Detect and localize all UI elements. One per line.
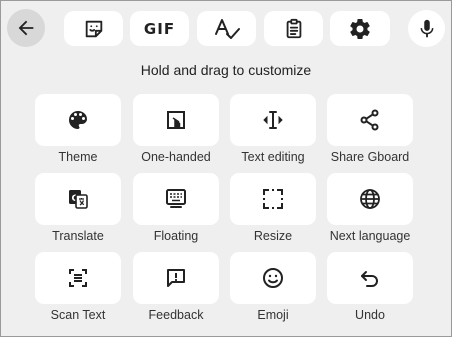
tile-label-resize: Resize	[253, 229, 293, 243]
gif-label: GIF	[143, 19, 176, 38]
clipboard-icon	[283, 18, 305, 40]
text-cursor-icon	[260, 108, 286, 132]
tile-floating[interactable]	[133, 173, 219, 225]
one-handed-icon	[164, 108, 188, 132]
back-button[interactable]	[7, 9, 45, 47]
tile-label-next-language: Next language	[329, 229, 411, 243]
toolbar: GIF	[1, 1, 451, 57]
spellcheck-button[interactable]	[197, 11, 256, 46]
tile-emoji[interactable]	[230, 252, 316, 304]
voice-input-button[interactable]	[408, 10, 445, 47]
tile-next-language[interactable]	[327, 173, 413, 225]
gif-button[interactable]: GIF	[130, 11, 189, 46]
page-title: Hold and drag to customize	[140, 62, 312, 78]
tile-label-emoji: Emoji	[257, 308, 289, 322]
translate-icon: G	[66, 187, 90, 211]
tile-label-undo: Undo	[355, 308, 385, 322]
feedback-icon	[164, 266, 188, 290]
tile-label-one-handed: One-handed	[141, 150, 211, 164]
gboard-customize-panel: GIF Hold and drag to customize Theme One…	[0, 0, 452, 337]
tile-label-share-gboard: Share Gboard	[330, 150, 410, 164]
globe-icon	[358, 187, 382, 211]
tile-label-scan-text: Scan Text	[50, 308, 106, 322]
gear-icon	[348, 17, 372, 41]
tile-label-theme: Theme	[58, 150, 98, 164]
sticker-icon	[83, 18, 105, 40]
tile-resize[interactable]	[230, 173, 316, 225]
tile-translate[interactable]: G	[35, 173, 121, 225]
emoji-icon	[261, 266, 285, 290]
tile-theme[interactable]	[35, 94, 121, 146]
arrow-back-icon	[15, 17, 37, 39]
palette-icon	[66, 108, 90, 132]
clipboard-button[interactable]	[264, 11, 323, 46]
share-icon	[358, 108, 382, 132]
resize-icon	[261, 187, 285, 211]
tile-feedback[interactable]	[133, 252, 219, 304]
microphone-icon	[416, 18, 438, 40]
tile-text-editing[interactable]	[230, 94, 316, 146]
spellcheck-icon	[214, 17, 240, 41]
tile-label-floating: Floating	[153, 229, 199, 243]
tile-scan-text[interactable]	[35, 252, 121, 304]
tile-undo[interactable]	[327, 252, 413, 304]
sticker-button[interactable]	[64, 11, 123, 46]
tile-share-gboard[interactable]	[327, 94, 413, 146]
floating-keyboard-icon	[164, 187, 188, 211]
settings-button[interactable]	[330, 11, 390, 46]
tile-one-handed[interactable]	[133, 94, 219, 146]
tile-label-text-editing: Text editing	[241, 150, 305, 164]
scan-text-icon	[66, 266, 90, 290]
tile-label-feedback: Feedback	[148, 308, 204, 322]
tile-label-translate: Translate	[52, 229, 104, 243]
undo-icon	[358, 266, 382, 290]
